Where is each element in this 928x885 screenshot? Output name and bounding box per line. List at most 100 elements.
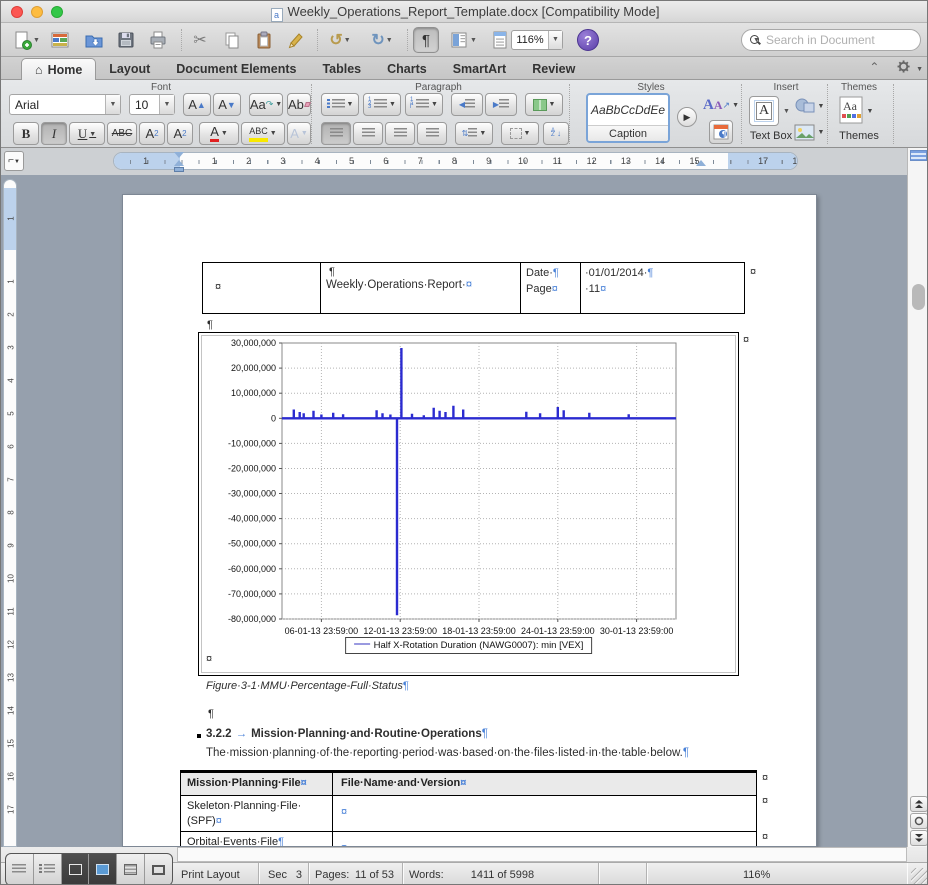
report-header-table[interactable]: ¤ ¶ Weekly·Operations·Report·¤ Date·¶ Pa… xyxy=(202,262,745,314)
font-size-combo[interactable]: 10▼ xyxy=(129,94,175,115)
bullets-button[interactable]: ▼ xyxy=(321,93,359,116)
previous-page-button[interactable] xyxy=(910,796,928,812)
right-indent-marker[interactable] xyxy=(696,160,706,166)
align-left-button[interactable] xyxy=(321,122,351,145)
chart-figure-frame[interactable]: 30,000,00020,000,00010,000,0000-10,000,0… xyxy=(198,332,739,676)
tab-home[interactable]: ⌂Home xyxy=(21,58,96,80)
text-effects-button[interactable]: A▼ xyxy=(287,122,311,145)
next-page-button[interactable] xyxy=(910,830,928,846)
cut-button[interactable]: ✂ xyxy=(187,27,213,53)
shrink-font-button[interactable]: A▼ xyxy=(213,93,241,116)
decrease-indent-button[interactable]: ◀ xyxy=(451,93,483,116)
vertical-ruler[interactable]: 11234567891011121314151617 xyxy=(3,179,17,847)
first-line-indent-marker[interactable] xyxy=(174,152,184,158)
numbering-button[interactable]: 123▼ xyxy=(363,93,401,116)
outline-view-button[interactable] xyxy=(34,854,62,885)
tab-document-elements[interactable]: Document Elements xyxy=(163,58,309,80)
themes-button[interactable]: Aa▼ xyxy=(837,94,875,128)
view-name-field[interactable]: Print Layout View xyxy=(177,863,259,885)
justify-button[interactable] xyxy=(417,122,447,145)
format-painter-button[interactable] xyxy=(283,27,309,53)
mp-header-cell[interactable]: Mission·Planning·File¤ xyxy=(181,773,333,795)
draft-view-button[interactable] xyxy=(6,854,34,885)
left-indent-marker[interactable] xyxy=(174,167,184,172)
focus-view-button[interactable] xyxy=(145,854,172,885)
font-color-button[interactable]: A▼ xyxy=(199,122,239,145)
align-center-button[interactable] xyxy=(353,122,383,145)
page-label[interactable]: Page¤ xyxy=(526,283,558,295)
search-field[interactable]: ▼ xyxy=(741,29,921,51)
font-family-combo[interactable]: Arial▼ xyxy=(9,94,121,115)
mp-table-header-row[interactable]: Mission·Planning·File¤File·Name·and·Vers… xyxy=(181,773,756,796)
sort-button[interactable]: AZ↓ xyxy=(543,122,569,145)
search-input[interactable] xyxy=(764,32,923,48)
pages-field[interactable]: Pages: 11 of 53 xyxy=(309,863,403,885)
hanging-indent-marker[interactable] xyxy=(174,160,184,166)
mp-table-row[interactable]: Skeleton·Planning·File·(SPF)¤¤ xyxy=(181,796,756,832)
header-cell-labels[interactable]: Date·¶ Page¤ xyxy=(521,263,581,313)
highlight-button[interactable]: ABC▼ xyxy=(241,122,285,145)
strikethrough-button[interactable]: ABC xyxy=(107,122,137,145)
tab-charts[interactable]: Charts xyxy=(374,58,440,80)
print-button[interactable] xyxy=(145,27,171,53)
notebook-layout-view-button[interactable] xyxy=(117,854,145,885)
mission-planning-table[interactable]: Mission·Planning·File¤File·Name·and·Vers… xyxy=(180,770,757,847)
date-value[interactable]: ·01/01/2014·¶ xyxy=(585,267,653,279)
copy-button[interactable] xyxy=(219,27,245,53)
window-resize-grip[interactable] xyxy=(911,868,927,884)
page-layout-button[interactable]: ▼ xyxy=(445,27,481,53)
new-document-button[interactable]: ▼ xyxy=(9,27,43,53)
redo-dropdown[interactable]: ▼ xyxy=(386,37,393,44)
show-gallery-button[interactable] xyxy=(47,27,73,53)
mp-cell-file-type[interactable]: Skeleton·Planning·File·(SPF)¤ xyxy=(181,796,333,831)
header-cell-values[interactable]: ·01/01/2014·¶ ·11¤ xyxy=(581,263,745,313)
increase-indent-button[interactable]: ▶ xyxy=(485,93,517,116)
line-spacing-button[interactable]: ⇅▼ xyxy=(455,122,493,145)
show-document-button[interactable] xyxy=(487,27,513,53)
mp-cell-file-type[interactable]: Orbital·Events·File¶(ORBEVT)¤ xyxy=(181,832,333,847)
undo-button[interactable]: ↺▼ xyxy=(323,27,357,53)
document-page[interactable]: ¤ ¶ Weekly·Operations·Report·¤ Date·¶ Pa… xyxy=(122,194,817,847)
save-button[interactable] xyxy=(113,27,139,53)
borders-button[interactable]: ▼ xyxy=(501,122,539,145)
bold-button[interactable]: B xyxy=(13,122,39,145)
header-cell-title[interactable]: ¶ Weekly·Operations·Report·¤ xyxy=(321,263,521,313)
style-gallery-current[interactable]: AaBbCcDdEe Caption xyxy=(586,93,670,143)
vertical-scrollbar[interactable] xyxy=(907,148,928,847)
open-button[interactable] xyxy=(81,27,107,53)
horizontal-scrollbar[interactable] xyxy=(177,847,907,862)
mp-table-row[interactable]: Orbital·Events·File¶(ORBEVT)¤¤ xyxy=(181,832,756,847)
tab-tables[interactable]: Tables xyxy=(309,58,374,80)
select-browse-object-button[interactable] xyxy=(910,813,928,829)
tab-layout[interactable]: Layout xyxy=(96,58,163,80)
show-formatting-marks-button[interactable]: ¶ xyxy=(413,27,439,53)
section-heading[interactable]: 3.2.2→Mission·Planning·and·Routine·Opera… xyxy=(206,728,488,740)
italic-button[interactable]: I xyxy=(41,122,67,145)
redo-button[interactable]: ↻▼ xyxy=(365,27,399,53)
text-box-button[interactable]: A xyxy=(749,96,779,126)
change-case-button[interactable]: Aa↷▼ xyxy=(249,93,283,116)
date-label[interactable]: Date·¶ xyxy=(526,267,559,279)
underline-button[interactable]: U▼ xyxy=(69,122,105,145)
section-field[interactable]: Sec 3 xyxy=(263,863,309,885)
scrollbar-thumb[interactable] xyxy=(912,284,925,310)
split-window-handle[interactable] xyxy=(910,150,927,161)
zoom-dropdown[interactable]: ▼ xyxy=(548,31,562,49)
print-layout-view-button[interactable] xyxy=(89,854,117,885)
page-value[interactable]: ·11¤ xyxy=(585,283,606,295)
styles-pane-button[interactable]: ¶ xyxy=(709,120,733,144)
ribbon-settings-gear-icon[interactable]: ▼ xyxy=(897,60,923,74)
figure-caption[interactable]: Figure·3-1·MMU·Percentage-Full·Status¶ xyxy=(206,680,409,692)
text-styles-button[interactable]: AA↗▼ xyxy=(705,92,737,118)
grow-font-button[interactable]: A▲ xyxy=(183,93,211,116)
picture-button[interactable]: ▼ xyxy=(793,120,825,144)
tab-smartart[interactable]: SmartArt xyxy=(440,58,520,80)
words-field[interactable]: Words: 1411 of 5998 xyxy=(403,863,599,885)
undo-dropdown[interactable]: ▼ xyxy=(344,37,351,44)
page-layout-dropdown[interactable]: ▼ xyxy=(470,37,477,44)
subscript-button[interactable]: A2 xyxy=(167,122,193,145)
new-document-dropdown[interactable]: ▼ xyxy=(33,37,40,44)
spelling-status-field[interactable]: ✗ xyxy=(599,863,647,885)
multilevel-list-button[interactable]: 1ai▼ xyxy=(405,93,443,116)
shapes-button[interactable]: ▼ xyxy=(793,94,825,118)
